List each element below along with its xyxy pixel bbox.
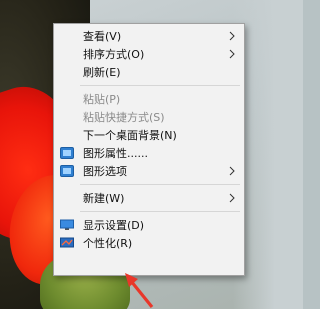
menu-separator [80, 184, 240, 185]
menu-item-next-background[interactable]: 下一个桌面背景(N) [54, 126, 244, 144]
menu-item-refresh[interactable]: 刷新(E) [54, 63, 244, 81]
graphics-options-icon [60, 165, 74, 177]
chevron-right-icon [229, 166, 235, 176]
menu-item-graphics-options[interactable]: 图形选项 [54, 162, 244, 180]
menu-item-paste-shortcut-label: 粘贴快捷方式(S) [83, 111, 165, 124]
red-arrow-pointer [125, 273, 154, 309]
display-settings-icon [60, 219, 74, 230]
menu-item-personalize[interactable]: 个性化(R) [54, 234, 244, 252]
graphics-properties-icon [60, 147, 74, 159]
menu-separator [80, 211, 240, 212]
menu-item-paste-label: 粘贴(P) [83, 93, 121, 106]
personalize-icon [60, 237, 74, 248]
menu-item-display-settings[interactable]: 显示设置(D) [54, 216, 244, 234]
chevron-right-icon [229, 49, 235, 59]
chevron-right-icon [229, 193, 235, 203]
menu-item-graphics-properties[interactable]: 图形属性...... [54, 144, 244, 162]
menu-separator [80, 85, 240, 86]
menu-item-paste-shortcut[interactable]: 粘贴快捷方式(S) [54, 108, 244, 126]
chevron-right-icon [229, 31, 235, 41]
menu-item-paste[interactable]: 粘贴(P) [54, 90, 244, 108]
menu-item-next-background-label: 下一个桌面背景(N) [83, 129, 177, 142]
menu-item-sort[interactable]: 排序方式(O) [54, 45, 244, 63]
menu-item-new-label: 新建(W) [83, 192, 125, 205]
menu-item-refresh-label: 刷新(E) [83, 66, 121, 79]
menu-item-personalize-label: 个性化(R) [83, 237, 133, 250]
desktop-context-menu: 查看(V) 排序方式(O) 刷新(E) 粘贴(P) 粘贴快捷方式(S) 下一个桌… [53, 23, 245, 276]
menu-item-view-label: 查看(V) [83, 30, 122, 43]
menu-item-sort-label: 排序方式(O) [83, 48, 145, 61]
menu-item-display-settings-label: 显示设置(D) [83, 219, 145, 232]
menu-item-graphics-options-label: 图形选项 [83, 165, 127, 178]
menu-item-graphics-properties-label: 图形属性...... [83, 147, 148, 160]
menu-item-view[interactable]: 查看(V) [54, 27, 244, 45]
menu-item-new[interactable]: 新建(W) [54, 189, 244, 207]
